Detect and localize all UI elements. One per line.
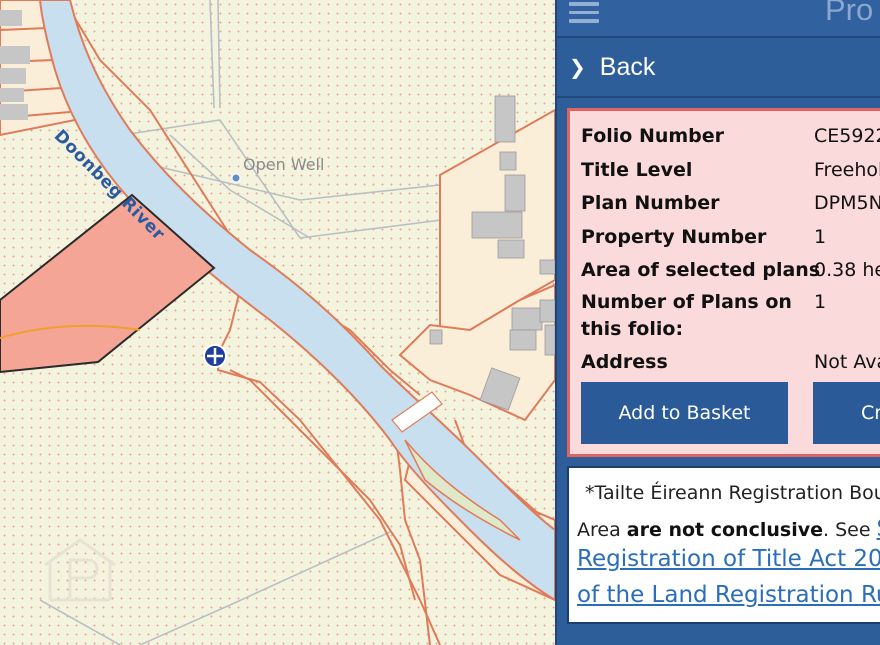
map-view[interactable]: Doonbeg River Open Well xyxy=(0,0,555,645)
well-label: Open Well xyxy=(243,155,325,174)
hamburger-icon[interactable] xyxy=(569,2,599,24)
info-key: Plan Number xyxy=(581,192,720,214)
note-line-2: Area are not conclusive. See S xyxy=(577,516,880,542)
info-key: Area of selected plans xyxy=(581,259,821,281)
panel-title: Pro xyxy=(825,0,874,27)
info-value: 1 xyxy=(814,226,827,248)
note-text: Area xyxy=(577,519,627,541)
chevron-right-icon: ❯ xyxy=(569,55,586,79)
act-link[interactable]: Registration of Title Act 200 xyxy=(577,546,880,572)
info-value: CE5922 xyxy=(814,125,880,147)
note-text: . See xyxy=(822,519,877,541)
map-canvas xyxy=(0,0,555,645)
info-key: Address xyxy=(581,351,668,373)
rules-link[interactable]: of the Land Registration Ru xyxy=(577,582,880,608)
back-button[interactable]: ❯ Back xyxy=(557,38,880,98)
info-value: 0.38 he xyxy=(814,259,880,281)
property-watermark-icon xyxy=(44,538,116,602)
info-key: Number of Plans on xyxy=(581,291,792,313)
info-value: Freehol xyxy=(814,159,880,181)
note-line-1: *Tailte Éireann Registration Bou xyxy=(585,482,880,504)
info-value: 1 xyxy=(814,291,827,313)
section-link[interactable]: S xyxy=(877,516,880,542)
create-button[interactable]: Cr xyxy=(813,382,880,444)
info-key: Property Number xyxy=(581,226,767,248)
side-panel: Pro ❯ Back Folio Number CE5922 Title Lev… xyxy=(555,0,880,645)
disclaimer-note: *Tailte Éireann Registration Bou Area ar… xyxy=(567,466,880,624)
crosshair-marker-icon xyxy=(203,344,227,368)
info-value: Not Ava xyxy=(814,351,880,373)
folio-info-box: Folio Number CE5922 Title Level Freehol … xyxy=(567,108,880,457)
add-to-basket-button[interactable]: Add to Basket xyxy=(581,382,788,444)
back-label: Back xyxy=(599,52,656,81)
note-bold: are not conclusive xyxy=(626,519,823,541)
info-key: Title Level xyxy=(581,159,693,181)
info-key: Folio Number xyxy=(581,125,725,147)
panel-header: Pro xyxy=(557,0,880,38)
info-key: this folio: xyxy=(581,318,684,340)
info-value: DPM5N xyxy=(814,192,880,214)
